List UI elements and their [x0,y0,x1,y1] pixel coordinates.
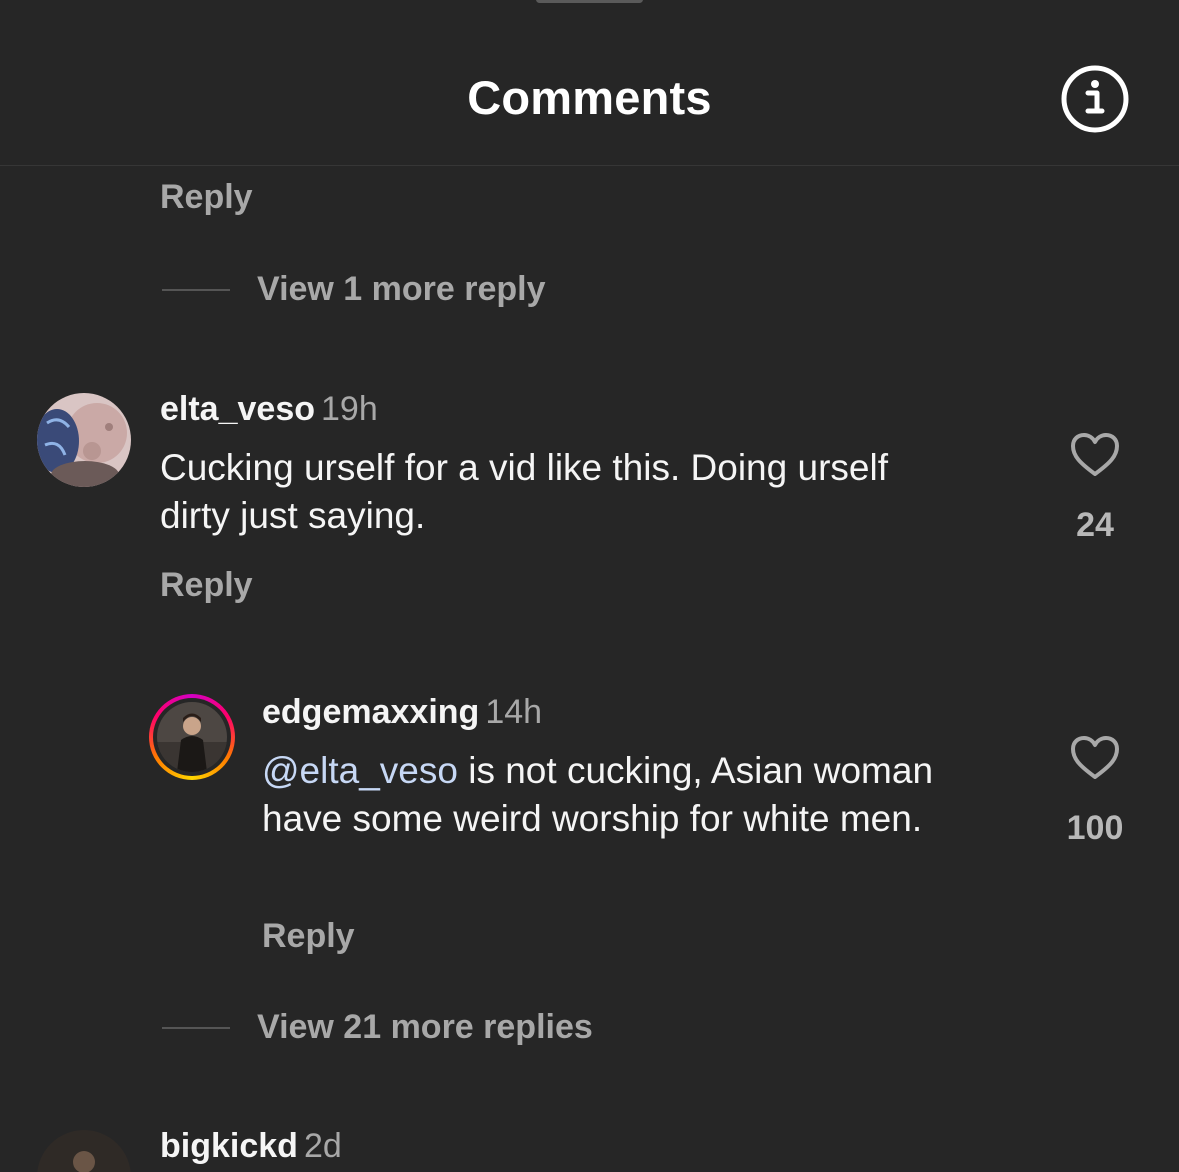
avatar-story-ring[interactable] [149,694,235,780]
page-title: Comments [467,71,712,124]
heart-icon [1071,736,1119,779]
reply-timestamp: 14h [485,693,543,731]
comment-username[interactable]: elta_veso [160,390,315,428]
comment-meta: elta_veso 19h [160,390,378,429]
like-count: 24 [1076,506,1114,544]
info-icon[interactable] [1060,64,1130,134]
divider-line [162,1026,230,1029]
divider-line [162,288,230,291]
reply-button[interactable]: Reply [160,566,253,605]
avatar[interactable] [37,1130,131,1172]
comment-timestamp: 2d [303,1127,342,1165]
like-button[interactable] [1055,735,1135,781]
mention-link[interactable]: @elta_veso [262,750,458,791]
view-more-replies-button[interactable]: View 1 more reply [162,270,546,309]
comment-meta: bigkickd 2d [160,1127,342,1166]
reply-button[interactable]: Reply [262,917,355,956]
view-more-replies-label: View 21 more replies [257,1008,593,1046]
reply-text: @elta_veso is not cucking, Asian woman h… [262,747,982,843]
reply-username[interactable]: edgemaxxing [262,693,479,731]
comments-sheet: Comments Reply View 1 more reply elta_ve… [0,0,1179,1172]
like-count: 100 [1066,809,1124,847]
reply-button[interactable]: Reply [160,178,253,217]
like-button[interactable] [1055,432,1135,478]
view-more-replies-button[interactable]: View 21 more replies [162,1008,593,1047]
avatar [157,702,227,772]
comment-username[interactable]: bigkickd [160,1127,298,1165]
reply-meta: edgemaxxing 14h [262,693,542,732]
comment-text: Cucking urself for a vid like this. Doin… [160,447,888,536]
comments-header: Comments [0,0,1179,166]
heart-icon [1071,433,1119,476]
avatar[interactable] [37,393,131,487]
view-more-replies-label: View 1 more reply [257,270,546,308]
comment-timestamp: 19h [321,390,378,428]
